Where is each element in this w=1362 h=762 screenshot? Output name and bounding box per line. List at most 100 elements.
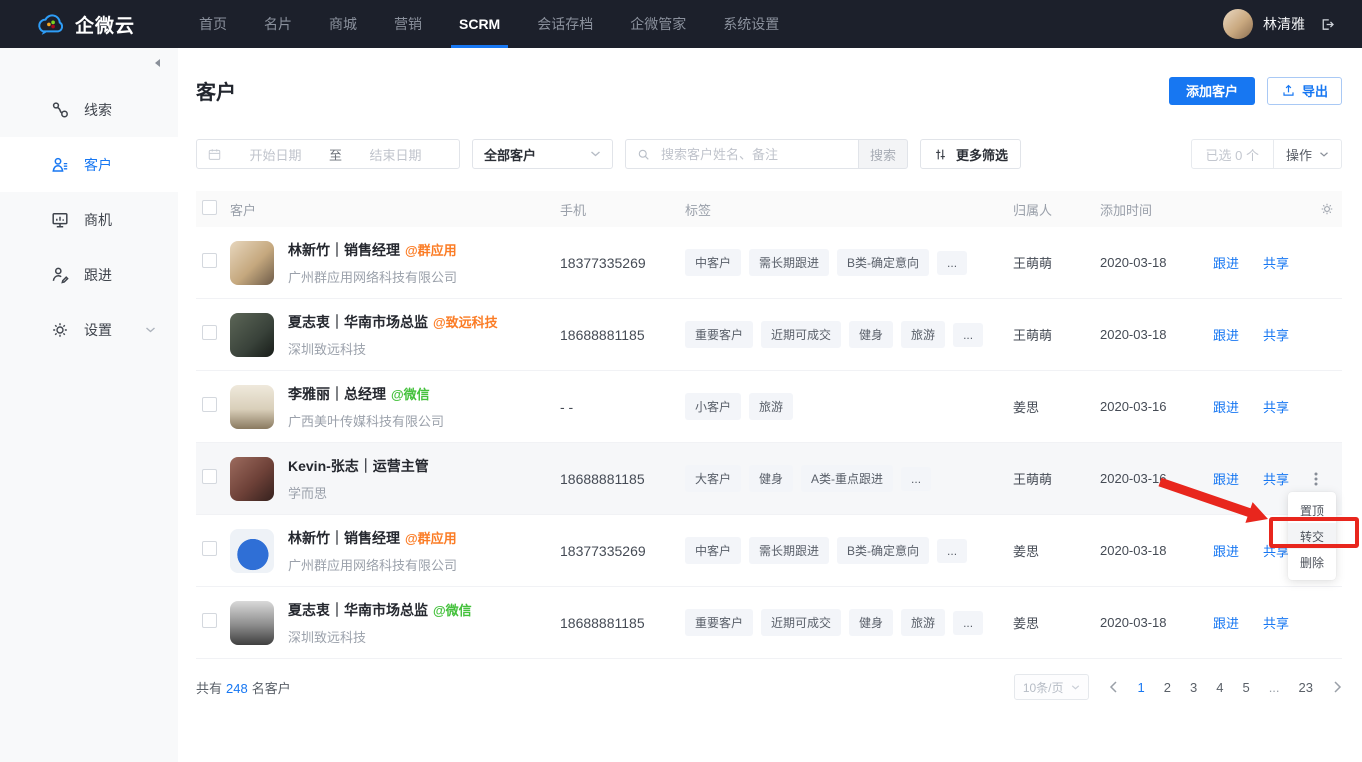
- customer-tags: 中客户需长期跟进B类-确定意向...: [685, 537, 1013, 564]
- page-number[interactable]: 1: [1138, 680, 1145, 695]
- calendar-icon: [207, 147, 222, 162]
- sidebar-item-opportunities[interactable]: 商机: [0, 192, 178, 247]
- nav-item[interactable]: 名片: [259, 0, 297, 48]
- follow-link[interactable]: 跟进: [1213, 469, 1239, 488]
- tag-pill: 重要客户: [685, 609, 753, 636]
- column-header-tags: 标签: [685, 200, 1013, 219]
- nav-item[interactable]: SCRM: [454, 0, 505, 48]
- page-number[interactable]: 5: [1242, 680, 1249, 695]
- logout-icon[interactable]: [1319, 16, 1336, 33]
- user-avatar[interactable]: [1223, 9, 1253, 39]
- chevron-down-icon: [145, 326, 156, 334]
- sidebar-item-leads[interactable]: 线索: [0, 82, 178, 137]
- select-all-checkbox[interactable]: [202, 200, 217, 215]
- customer-tags: 大客户健身A类-重点跟进...: [685, 465, 1013, 492]
- export-button[interactable]: 导出: [1267, 77, 1342, 105]
- sidebar-item-settings[interactable]: 设置: [0, 302, 178, 357]
- sidebar-item-customers[interactable]: 客户: [0, 137, 178, 192]
- date-range-picker[interactable]: 开始日期 至 结束日期: [196, 139, 460, 169]
- nav-item[interactable]: 营销: [389, 0, 427, 48]
- tag-pill: B类-确定意向: [837, 249, 929, 276]
- customer-type-select[interactable]: 全部客户: [472, 139, 613, 169]
- date-end-placeholder: 结束日期: [342, 145, 449, 164]
- nav-item[interactable]: 商城: [324, 0, 362, 48]
- page-number[interactable]: ...: [1269, 680, 1280, 695]
- tag-pill: 需长期跟进: [749, 537, 829, 564]
- share-link[interactable]: 共享: [1263, 253, 1289, 272]
- customer-avatar: [230, 385, 274, 429]
- tag-pill: 旅游: [901, 609, 945, 636]
- search-button[interactable]: 搜索: [858, 139, 908, 169]
- row-checkbox[interactable]: [202, 469, 217, 484]
- customer-phone: - -: [560, 399, 685, 415]
- table-header: 客户 手机 标签 归属人 添加时间: [196, 191, 1342, 227]
- row-checkbox[interactable]: [202, 613, 217, 628]
- more-actions-icon[interactable]: [1309, 471, 1323, 487]
- context-menu-item[interactable]: 转交: [1288, 523, 1336, 549]
- follow-link[interactable]: 跟进: [1213, 613, 1239, 632]
- context-menu-item[interactable]: 删除: [1288, 549, 1336, 575]
- page-number[interactable]: 23: [1299, 680, 1313, 695]
- customer-company: 学而思: [288, 483, 434, 502]
- follow-link[interactable]: 跟进: [1213, 325, 1239, 344]
- page-number[interactable]: 2: [1164, 680, 1171, 695]
- chevron-down-icon: [1319, 151, 1329, 158]
- add-customer-button[interactable]: 添加客户: [1169, 77, 1255, 105]
- page-size-select[interactable]: 10条/页: [1014, 674, 1089, 700]
- follow-link[interactable]: 跟进: [1213, 397, 1239, 416]
- customer-tags: 重要客户近期可成交健身旅游...: [685, 321, 1013, 348]
- table-row: 李雅丽｜总经理@微信 广西美叶传媒科技有限公司 - - 小客户旅游 姜思 202…: [196, 371, 1342, 443]
- row-checkbox[interactable]: [202, 325, 217, 340]
- customer-at-tag: @微信: [391, 387, 430, 402]
- follow-link[interactable]: 跟进: [1213, 541, 1239, 560]
- share-link[interactable]: 共享: [1263, 613, 1289, 632]
- tag-pill: 近期可成交: [761, 609, 841, 636]
- sidebar-collapse-icon[interactable]: [153, 58, 162, 68]
- table-footer: 共有248名客户 10条/页 12345...23: [196, 669, 1342, 705]
- prev-page-icon[interactable]: [1109, 681, 1118, 693]
- nav-item[interactable]: 系统设置: [718, 0, 784, 48]
- tag-pill: ...: [901, 467, 931, 491]
- customer-added-date: 2020-03-18: [1100, 327, 1213, 342]
- customer-tags: 中客户需长期跟进B类-确定意向...: [685, 249, 1013, 276]
- page-number[interactable]: 4: [1216, 680, 1223, 695]
- context-menu-item[interactable]: 置顶: [1288, 497, 1336, 523]
- export-icon: [1281, 83, 1296, 98]
- customer-at-tag: @致远科技: [433, 315, 498, 330]
- share-link[interactable]: 共享: [1263, 397, 1289, 416]
- customer-phone: 18688881185: [560, 327, 685, 343]
- share-link[interactable]: 共享: [1263, 469, 1289, 488]
- tag-pill: 中客户: [685, 537, 741, 564]
- follow-link[interactable]: 跟进: [1213, 253, 1239, 272]
- row-checkbox[interactable]: [202, 253, 217, 268]
- row-checkbox[interactable]: [202, 397, 217, 412]
- actions-dropdown[interactable]: 操作: [1274, 140, 1341, 168]
- customer-added-date: 2020-03-18: [1100, 255, 1213, 270]
- share-link[interactable]: 共享: [1263, 325, 1289, 344]
- search-input[interactable]: [659, 146, 848, 163]
- sidebar-item-label: 线索: [84, 100, 112, 120]
- row-context-menu: 置顶转交删除: [1288, 492, 1336, 580]
- more-filters-button[interactable]: 更多筛选: [920, 139, 1021, 169]
- nav-item[interactable]: 首页: [194, 0, 232, 48]
- customer-avatar: [230, 241, 274, 285]
- customer-owner: 王萌萌: [1013, 469, 1100, 488]
- sidebar-item-followups[interactable]: 跟进: [0, 247, 178, 302]
- column-settings-gear-icon[interactable]: [1319, 201, 1335, 217]
- next-page-icon[interactable]: [1333, 681, 1342, 693]
- nav-item[interactable]: 企微管家: [625, 0, 691, 48]
- customer-tags: 重要客户近期可成交健身旅游...: [685, 609, 1013, 636]
- customer-at-tag: @群应用: [405, 243, 457, 258]
- column-header-owner: 归属人: [1013, 200, 1100, 219]
- page-number[interactable]: 3: [1190, 680, 1197, 695]
- nav-item[interactable]: 会话存档: [532, 0, 598, 48]
- total-count-number: 248: [222, 681, 252, 696]
- row-checkbox[interactable]: [202, 541, 217, 556]
- tag-pill: ...: [937, 251, 967, 275]
- share-link[interactable]: 共享: [1263, 541, 1289, 560]
- date-to-label: 至: [329, 145, 342, 164]
- tag-pill: ...: [937, 539, 967, 563]
- nav-user-area: 林清雅: [1223, 9, 1362, 39]
- table-row: 夏志衷｜华南市场总监@致远科技 深圳致远科技 18688881185 重要客户近…: [196, 299, 1342, 371]
- user-name: 林清雅: [1263, 14, 1305, 34]
